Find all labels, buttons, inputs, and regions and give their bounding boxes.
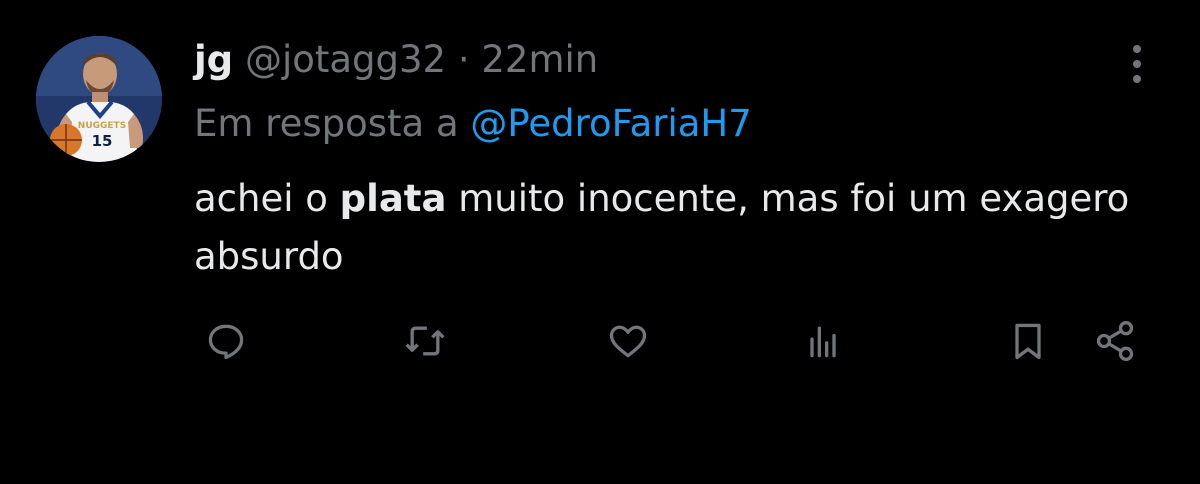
views-button[interactable] [800, 318, 846, 364]
separator: · [457, 38, 470, 81]
reply-icon [208, 324, 244, 360]
more-options-icon[interactable] [1124, 42, 1150, 84]
handle[interactable]: @jotagg32 [245, 38, 446, 81]
avatar-jersey-text: NUGGETS [78, 121, 126, 131]
reply-mention-link[interactable]: @PedroFariaH7 [470, 102, 751, 145]
avatar-jersey-number: 15 [92, 132, 113, 150]
bookmark-button[interactable] [1005, 318, 1051, 364]
tweet-header: jg @jotagg32 · 22min [194, 34, 598, 86]
retweet-button[interactable] [402, 318, 448, 364]
share-button[interactable] [1092, 318, 1138, 364]
reply-context: Em resposta a @PedroFariaH7 [194, 98, 752, 150]
like-button[interactable] [605, 318, 651, 364]
like-icon [609, 325, 647, 358]
share-icon [1096, 321, 1134, 361]
avatar[interactable]: NUGGETS 15 [36, 36, 162, 162]
display-name[interactable]: jg [194, 38, 233, 81]
tweet-text-bold: plata [339, 177, 447, 220]
reply-prefix: Em resposta a [194, 102, 459, 145]
tweet-text-start: achei o [194, 177, 340, 220]
reply-button[interactable] [203, 318, 249, 364]
bookmark-icon [1015, 323, 1041, 360]
avatar-image: NUGGETS 15 [36, 36, 162, 162]
retweet-icon [405, 326, 445, 356]
views-icon [810, 326, 836, 358]
tweet-text: achei o plata muito inocente, mas foi um… [194, 170, 1154, 286]
timestamp[interactable]: 22min [481, 38, 598, 81]
